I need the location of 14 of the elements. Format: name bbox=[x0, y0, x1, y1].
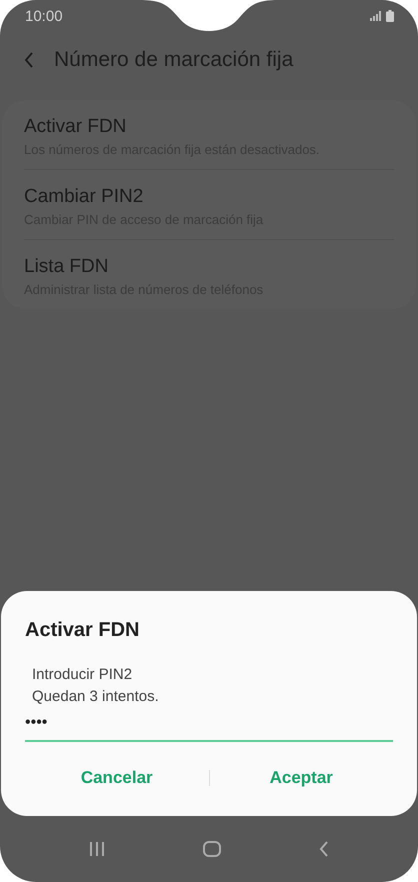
battery-icon bbox=[386, 10, 394, 22]
back-icon bbox=[319, 841, 329, 857]
home-icon bbox=[203, 841, 221, 857]
dialog-button[interactable]: Cancelar bbox=[25, 760, 208, 796]
dialog-message: Introducir PIN2 bbox=[32, 665, 134, 685]
pin-input-field[interactable]: •••• bbox=[25, 712, 393, 742]
status-time: 10:00 bbox=[25, 8, 63, 24]
back-icon bbox=[24, 52, 34, 68]
page-title: Número de marcación fija bbox=[54, 48, 294, 72]
recents-icon bbox=[89, 842, 105, 856]
signal-icon bbox=[370, 11, 382, 21]
dialog-message: Quedan 3 intentos. bbox=[32, 687, 160, 707]
dialog-title: Activar FDN bbox=[25, 619, 140, 642]
dialog-button[interactable]: Aceptar bbox=[210, 760, 393, 796]
